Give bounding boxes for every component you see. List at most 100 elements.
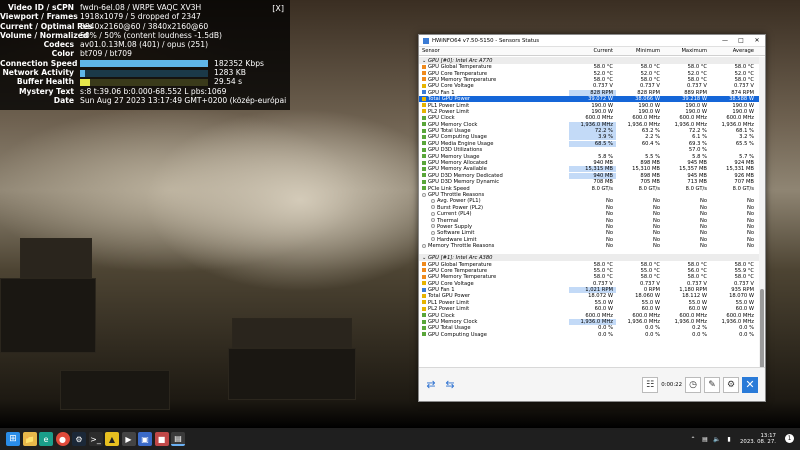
sensor-row[interactable]: GPU Core Voltage 0.737 V 0.737 V 0.737 V 0.7… <box>419 83 759 89</box>
sensor-row[interactable]: Power Supply No No No No <box>419 224 759 230</box>
close-icon[interactable]: ✕ <box>749 37 765 44</box>
sensor-row[interactable]: Avg. Power (PL1) No No No No <box>419 198 759 204</box>
windows-start-icon[interactable]: ⊞ <box>6 432 20 446</box>
sensor-row[interactable]: GPU Global Temperature 58.0 °C 58.0 °C 58.0… <box>419 261 759 268</box>
sensor-row[interactable]: Memory Throttle Reasons No No No No <box>419 243 759 249</box>
report-icon[interactable]: ✎ <box>704 376 720 393</box>
sensor-row[interactable]: GPU Computing Usage 3.9 % 2.2 % 6.1 % 3.2 % <box>419 134 759 141</box>
sensor-row[interactable]: Thermal No No No No <box>419 217 759 224</box>
sensor-row[interactable]: GPU Total Usage 0.0 % 0.0 % 0.2 % 0.0 % <box>419 325 759 331</box>
sensor-row[interactable]: GPU Fan 1 828 RPM 828 RPM 889 RPM 874 RPM <box>419 89 759 96</box>
sensor-name: GPU Memory Usage <box>428 153 480 160</box>
scrollbar-thumb[interactable] <box>760 289 764 369</box>
sensor-row[interactable]: GPU Global Temperature 58.0 °C 58.0 °C 58.0… <box>419 64 759 70</box>
column-header[interactable]: Average <box>710 48 757 54</box>
sensor-row[interactable]: GPU Memory Temperature 58.0 °C 58.0 °C 58.0… <box>419 77 759 83</box>
speaker-icon[interactable]: 🔈 <box>712 436 722 443</box>
sensor-value: 898 MB <box>640 160 660 167</box>
terminal-icon[interactable]: >_ <box>88 432 103 446</box>
ammo-crate <box>20 238 92 278</box>
sensor-list[interactable]: ⌄ GPU [#0]: Intel Arc A770 GPU Global Te… <box>419 57 759 367</box>
sensor-name: Current (PL4) <box>437 211 472 218</box>
usage-icon <box>422 154 426 159</box>
sensor-name: Total GPU Power <box>428 96 471 103</box>
column-header[interactable]: Current <box>569 48 616 54</box>
sensor-row[interactable]: GPU D3D Memory Dedicated 940 MB 898 MB 945 … <box>419 172 759 179</box>
media-player-icon[interactable]: ▶ <box>121 432 136 446</box>
sensor-row[interactable]: GPU Fan 1 1,021 RPM 0 RPM 1,180 RPM 935 RPM <box>419 287 759 294</box>
sensor-row[interactable]: GPU D3D Memory Dynamic 708 MB 705 MB 713 MB… <box>419 179 759 185</box>
sensor-value: 0.737 V <box>639 83 660 90</box>
sensor-value: No <box>699 230 707 237</box>
sensor-row[interactable]: Total GPU Power 39.072 W 38.066 W 39.218 W 3… <box>419 95 759 103</box>
sensor-row[interactable]: GPU Core Temperature 52.0 °C 52.0 °C 52.0 °… <box>419 70 759 77</box>
hwinfo-window[interactable]: HWiNFO64 v7.50-5150 - Sensors Status — □… <box>418 34 766 402</box>
system-clock[interactable]: 13:17 2023. 08. 27. <box>740 433 776 446</box>
thermometer-icon <box>422 64 426 69</box>
settings-icon[interactable]: ⚙ <box>723 376 739 393</box>
sensor-row[interactable]: GPU Memory Available 15,315 MB 15,310 MB 15… <box>419 166 759 173</box>
column-header[interactable]: Sensor <box>419 48 569 54</box>
chevron-up-icon[interactable]: ⌃ <box>688 436 698 443</box>
sensor-row[interactable]: PL1 Power Limit 190.0 W 190.0 W 190.0 W 190.… <box>419 102 759 109</box>
sensor-row[interactable]: Total GPU Power 18.072 W 18.060 W 18.112 W 1… <box>419 293 759 299</box>
sensor-group-row[interactable]: ⌄ GPU [#0]: Intel Arc A770 <box>419 57 759 64</box>
stats-label: Mystery Text <box>19 86 74 96</box>
sensor-row[interactable]: Hardware Limit No No No No <box>419 237 759 243</box>
sensor-row[interactable]: GPU Memory Clock 1,936.0 MHz 1,936.0 MHz 1,… <box>419 319 759 326</box>
stats-label: Network Activity <box>2 68 74 78</box>
file-explorer-icon[interactable]: 📁 <box>22 432 37 446</box>
window-titlebar[interactable]: HWiNFO64 v7.50-5150 - Sensors Status — □… <box>419 35 765 47</box>
hwinfo-taskbar-icon[interactable]: ▤ <box>171 432 185 446</box>
column-header[interactable]: Minimum <box>616 48 663 54</box>
sensor-value: 58.0 °C <box>687 64 707 71</box>
notification-badge[interactable]: 1 <box>785 434 794 443</box>
sensor-value: 55.0 W <box>688 299 707 306</box>
column-header[interactable]: Maximum <box>663 48 710 54</box>
sensor-row[interactable]: PL2 Power Limit 60.0 W 60.0 W 60.0 W 60.0 W <box>419 306 759 312</box>
sensor-row[interactable]: GPU Memory Temperature 58.0 °C 58.0 °C 58.0… <box>419 274 759 280</box>
double-arrow-icon[interactable]: ⇆ <box>442 377 458 393</box>
sensor-row[interactable]: GPU Memory Clock 1,936.0 MHz 1,936.0 MHz 1,… <box>419 121 759 128</box>
sensor-row[interactable]: GPU Clock 600.0 MHz 600.0 MHz 600.0 MHz 600.… <box>419 115 759 121</box>
photos-icon[interactable]: ▣ <box>138 432 152 446</box>
sensor-row[interactable]: GPU Memory Usage 5.8 % 5.5 % 5.8 % 5.7 % <box>419 153 759 160</box>
sensor-row[interactable]: Burst Power (PL2) No No No No <box>419 205 759 211</box>
gpu-tool-icon[interactable]: ■ <box>154 432 169 446</box>
sensor-row[interactable]: GPU Computing Usage 0.0 % 0.0 % 0.0 % 0.0 % <box>419 332 759 338</box>
sensor-row[interactable]: GPU Total Usage 72.2 % 63.2 % 72.2 % 68.1 % <box>419 128 759 135</box>
steam-icon[interactable]: ⚙ <box>72 432 86 446</box>
status-icon <box>431 205 435 210</box>
sensor-value: 874 RPM <box>731 89 754 96</box>
sensor-row[interactable]: GPU Clock 600.0 MHz 600.0 MHz 600.0 MHz 600.… <box>419 312 759 319</box>
sensor-row[interactable]: GPU Core Temperature 55.0 °C 55.0 °C 56.0 °… <box>419 268 759 274</box>
network-icon[interactable]: ☷ <box>642 376 659 393</box>
chrome-icon[interactable]: ● <box>55 432 70 446</box>
sensor-row[interactable]: GPU Core Voltage 0.737 V 0.737 V 0.737 V 0.7… <box>419 281 759 287</box>
usage-icon <box>422 128 426 133</box>
clock-icon[interactable]: ◷ <box>685 376 701 393</box>
sensor-value: No <box>699 243 707 250</box>
stats-close-button[interactable]: [X] <box>272 4 284 13</box>
sensor-row[interactable]: PL1 Power Limit 55.0 W 55.0 W 55.0 W 55.0 W <box>419 300 759 306</box>
sensor-group-row[interactable]: ⌄ GPU [#1]: Intel Arc A380 <box>419 254 759 262</box>
sensor-row[interactable]: GPU Media Engine Usage 68.5 % 60.4 % 69.3 %… <box>419 140 759 147</box>
network-status-icon[interactable]: ▤ <box>700 436 710 443</box>
close-sensors-icon[interactable]: ✕ <box>742 376 758 393</box>
vertical-scrollbar[interactable] <box>759 57 765 369</box>
sensor-row[interactable]: PL2 Power Limit 190.0 W 190.0 W 190.0 W 190.… <box>419 109 759 115</box>
stats-label: Connection Speed <box>0 58 78 68</box>
arrow-left-right-icon[interactable]: ⇄ <box>423 377 439 393</box>
sensor-row[interactable]: PCIe Link Speed 8.0 GT/s 8.0 GT/s 8.0 GT/s 8… <box>419 185 759 192</box>
status-icon <box>431 237 435 242</box>
minimize-icon[interactable]: — <box>717 37 733 44</box>
sensor-row[interactable]: Software Limit No No No No <box>419 230 759 236</box>
sensor-row[interactable]: GPU Memory Allocated 940 MB 898 MB 945 MB 92… <box>419 160 759 166</box>
edge-icon[interactable]: e <box>39 432 53 446</box>
app-icon[interactable]: ▲ <box>105 432 119 446</box>
sensor-row[interactable]: Current (PL4) No No No No <box>419 211 759 217</box>
battery-icon[interactable]: ▮ <box>724 436 734 443</box>
maximize-icon[interactable]: □ <box>733 37 749 44</box>
sensor-name: GPU Computing Usage <box>428 134 487 141</box>
sensor-value: 60.0 W <box>735 306 754 313</box>
